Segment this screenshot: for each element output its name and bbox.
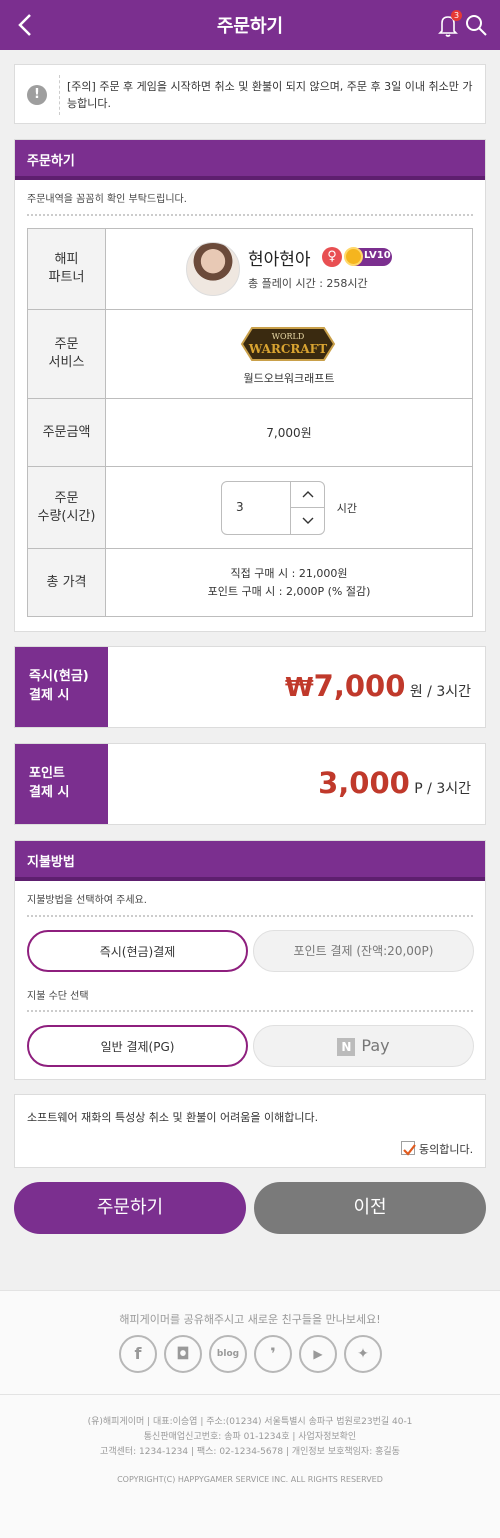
service-name: 월드오브워크래프트 (243, 372, 335, 385)
chevron-up-icon (302, 490, 314, 497)
payment-method-section: 지불방법 지불방법을 선택하여 주세요. 즉시(현금)결제 포인트 결제 (잔액… (14, 840, 486, 1080)
point-payment-summary: 포인트 결제 시 3,000 P / 3시간 (14, 743, 486, 825)
service-label: 주문 서비스 (27, 309, 106, 399)
won-sign: ₩ (284, 673, 314, 703)
divider (27, 915, 473, 917)
quantity-value[interactable]: 3 (236, 500, 244, 514)
agree-checkbox[interactable] (401, 1141, 416, 1156)
agreement-text: 소프트웨어 재화의 특성상 취소 및 환불이 어려움을 이해합니다. (27, 1111, 319, 1124)
quantity-unit: 시간 (336, 501, 358, 515)
point-pay-amount-group: 3,000 P / 3시간 (318, 766, 471, 800)
point-payment-option[interactable]: 포인트 결제 (잔액:20,00P) (253, 930, 474, 972)
npay-icon: N (337, 1037, 356, 1056)
total-cell: 직접 구매 시 : 21,000원 포인트 구매 시 : 2,000P (% 절… (105, 548, 473, 617)
previous-button[interactable]: 이전 (254, 1182, 486, 1234)
logo-line2: WARCRAFT (248, 342, 327, 356)
medal-icon (344, 247, 363, 266)
order-section: 주문하기 주문내역을 꼼꼼히 확인 부탁드립니다. 해피 파트너 현아현아 ♀ … (14, 139, 486, 632)
agree-checkbox-label[interactable]: 동의합니다. (419, 1141, 473, 1157)
page-title: 주문하기 (216, 16, 284, 37)
cash-payment-option[interactable]: 즉시(현금)결제 (27, 930, 248, 972)
total-direct: 직접 구매 시 : 21,000원 (230, 566, 348, 580)
total-point: 포인트 구매 시 : 2,000P (% 절감) (207, 584, 371, 598)
order-button[interactable]: 주문하기 (14, 1182, 246, 1234)
level-text: LV10 (364, 250, 391, 261)
company-info: (유)해피게이머 | 대표:이승엽 | 주소:(01234) 서울특별시 송파구… (0, 1415, 500, 1460)
youtube-icon[interactable]: ▶ (299, 1335, 337, 1373)
payment-method-title: 지불방법 (15, 841, 485, 881)
payment-means-hint: 지불 수단 선택 (27, 991, 89, 1002)
logo-line1: WORLD (272, 332, 305, 341)
search-icon[interactable] (464, 12, 488, 38)
cash-payment-summary: 즉시(현금) 결제 시 ₩7,000 원 / 3시간 (14, 646, 486, 728)
instagram-icon[interactable]: ◘ (164, 1335, 202, 1373)
share-text: 해피게이머를 공유해주시고 새로운 친구들을 만나보세요! (119, 1313, 381, 1326)
company-info-line: (유)해피게이머 | 대표:이승엽 | 주소:(01234) 서울특별시 송파구… (87, 1417, 413, 1427)
quantity-label: 주문 수량(시간) (27, 466, 106, 549)
order-table: 해피 파트너 현아현아 ♀ LV10 총 플레이 시간 : 258시간 주문 서… (27, 228, 473, 617)
facebook-icon[interactable]: f (119, 1335, 157, 1373)
divider (59, 75, 60, 115)
exclamation-icon: ! (27, 85, 47, 105)
notice-text: [주의] 주문 후 게임을 시작하면 취소 및 환불이 되지 않으며, 주문 후… (67, 80, 473, 110)
payment-method-hint: 지불방법을 선택하여 주세요. (27, 895, 147, 906)
increment-button[interactable] (289, 481, 325, 508)
kakao-story-icon[interactable]: ❜ (254, 1335, 292, 1373)
point-pay-label: 포인트 결제 시 (15, 744, 108, 824)
point-pay-unit: P / 3시간 (409, 781, 471, 797)
divider (0, 1394, 500, 1395)
company-info-line: 통신판매업신고번호: 송파 01-1234호 | 사업자정보확인 (143, 1432, 357, 1442)
divider (27, 1010, 473, 1012)
quantity-stepper[interactable]: 3 (220, 480, 325, 535)
npay-label: Pay (361, 1036, 390, 1055)
avatar[interactable] (186, 242, 240, 296)
footer: 해피게이머를 공유해주시고 새로운 친구들을 만나보세요! f ◘ blog ❜… (0, 1290, 500, 1538)
amount-value: 7,000원 (105, 398, 473, 467)
notification-badge: 3 (451, 10, 462, 21)
npay-payment-option[interactable]: N Pay (253, 1025, 474, 1067)
cash-pay-amount: 7,000 (313, 669, 406, 703)
company-info-line: 고객센터: 1234-1234 | 팩스: 02-1234-5678 | 개인정… (100, 1447, 400, 1457)
checkmark-icon (403, 1144, 416, 1156)
top-app-bar: 주문하기 3 (0, 0, 500, 50)
cash-pay-unit: 원 / 3시간 (405, 684, 471, 700)
order-section-title: 주문하기 (15, 140, 485, 180)
total-label: 총 가격 (27, 548, 106, 617)
quantity-cell: 3 시간 (105, 466, 473, 549)
partner-name[interactable]: 현아현아 (248, 245, 311, 270)
divider (27, 214, 473, 216)
agreement-box: 소프트웨어 재화의 특성상 취소 및 환불이 어려움을 이해합니다. 동의합니다… (14, 1094, 486, 1168)
twitter-icon[interactable]: ✦ (344, 1335, 382, 1373)
amount-label: 주문금액 (27, 398, 106, 467)
decrement-button[interactable] (289, 507, 325, 534)
cash-pay-amount-group: ₩7,000 원 / 3시간 (285, 669, 471, 703)
level-badge: LV10 (344, 247, 392, 266)
blog-icon[interactable]: blog (209, 1335, 247, 1373)
notice-box: ! [주의] 주문 후 게임을 시작하면 취소 및 환불이 되지 않으며, 주문… (14, 64, 486, 124)
warcraft-logo: WORLD WARCRAFT (240, 327, 336, 361)
copyright: COPYRIGHT(C) HAPPYGAMER SERVICE INC. ALL… (117, 1475, 383, 1484)
female-icon: ♀ (322, 247, 342, 267)
partner-cell: 현아현아 ♀ LV10 총 플레이 시간 : 258시간 (105, 228, 473, 310)
cash-pay-label: 즉시(현금) 결제 시 (15, 647, 108, 727)
point-pay-amount: 3,000 (318, 766, 410, 800)
service-cell: WORLD WARCRAFT 월드오브워크래프트 (105, 309, 473, 399)
partner-label: 해피 파트너 (27, 228, 106, 310)
order-hint: 주문내역을 꼼꼼히 확인 부탁드립니다. (27, 194, 187, 205)
partner-playtime: 총 플레이 시간 : 258시간 (248, 277, 368, 290)
pg-payment-option[interactable]: 일반 결제(PG) (27, 1025, 248, 1067)
chevron-down-icon (302, 517, 314, 524)
